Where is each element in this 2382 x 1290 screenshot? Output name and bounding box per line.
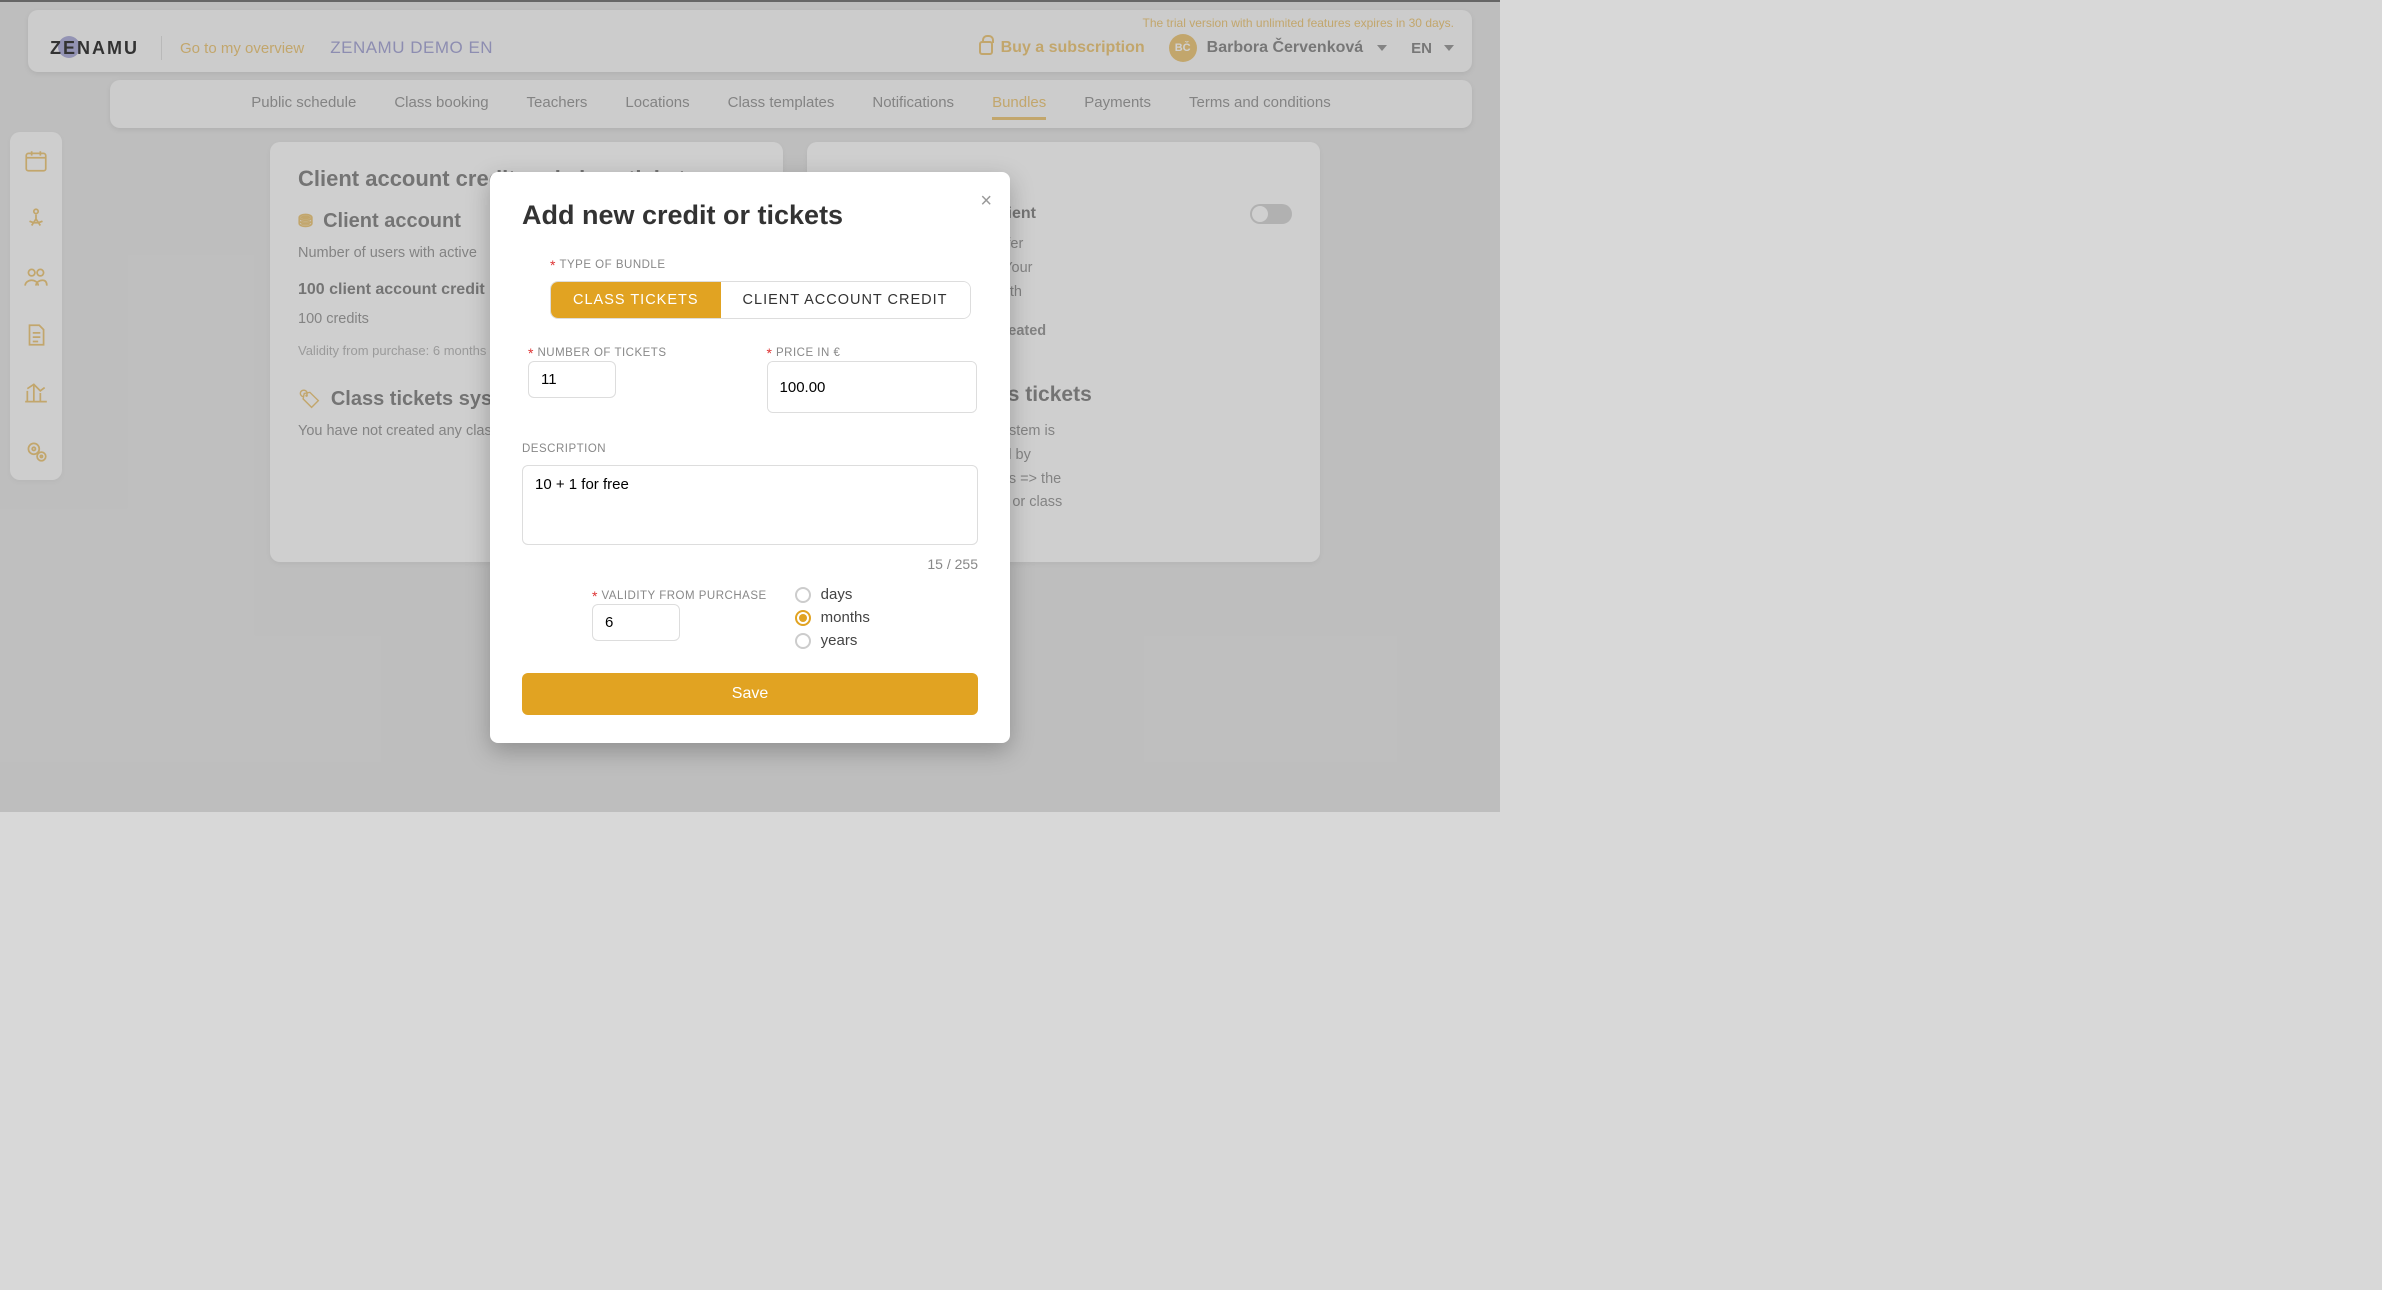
logo-text: ZENAMU (50, 38, 139, 58)
price-label: PRICE IN € (776, 347, 840, 359)
description-field: DESCRIPTION 15 / 255 (522, 439, 978, 572)
description-label: DESCRIPTION (522, 443, 606, 455)
radio-days[interactable]: days (795, 586, 870, 603)
bundle-type-segmented: CLASS TICKETS CLIENT ACCOUNT CREDIT (550, 281, 971, 319)
description-input[interactable] (522, 465, 978, 545)
number-of-tickets-input[interactable] (528, 361, 616, 398)
radio-months[interactable]: months (795, 609, 870, 626)
validity-unit-radios: days months years (795, 586, 870, 649)
number-of-tickets-field: *NUMBER OF TICKETS (528, 343, 667, 413)
price-field: *PRICE IN € EUR (€) (767, 343, 977, 413)
segment-client-credit[interactable]: CLIENT ACCOUNT CREDIT (721, 282, 970, 318)
validity-row: *VALIDITY FROM PURCHASE days months year… (592, 586, 978, 649)
logo[interactable]: ZENAMU (46, 36, 143, 61)
radio-icon (795, 633, 811, 649)
validity-input[interactable] (592, 604, 680, 641)
validity-field: *VALIDITY FROM PURCHASE (592, 586, 767, 641)
close-icon: × (980, 190, 992, 212)
type-label: TYPE OF BUNDLE (559, 259, 665, 271)
radio-years[interactable]: years (795, 632, 870, 649)
type-of-bundle-field: *TYPE OF BUNDLE CLASS TICKETS CLIENT ACC… (550, 255, 978, 319)
radio-icon (795, 610, 811, 626)
segment-class-tickets[interactable]: CLASS TICKETS (551, 282, 721, 318)
validity-label: VALIDITY FROM PURCHASE (601, 590, 766, 602)
close-button[interactable]: × (980, 190, 992, 213)
tickets-price-row: *NUMBER OF TICKETS *PRICE IN € EUR (€) (528, 343, 978, 413)
save-button[interactable]: Save (522, 673, 978, 715)
modal-title: Add new credit or tickets (522, 200, 978, 231)
radio-icon (795, 587, 811, 603)
add-bundle-modal: × Add new credit or tickets *TYPE OF BUN… (490, 172, 1010, 743)
num-tickets-label: NUMBER OF TICKETS (537, 347, 666, 359)
price-input[interactable] (768, 362, 977, 412)
char-count: 15 / 255 (522, 556, 978, 572)
